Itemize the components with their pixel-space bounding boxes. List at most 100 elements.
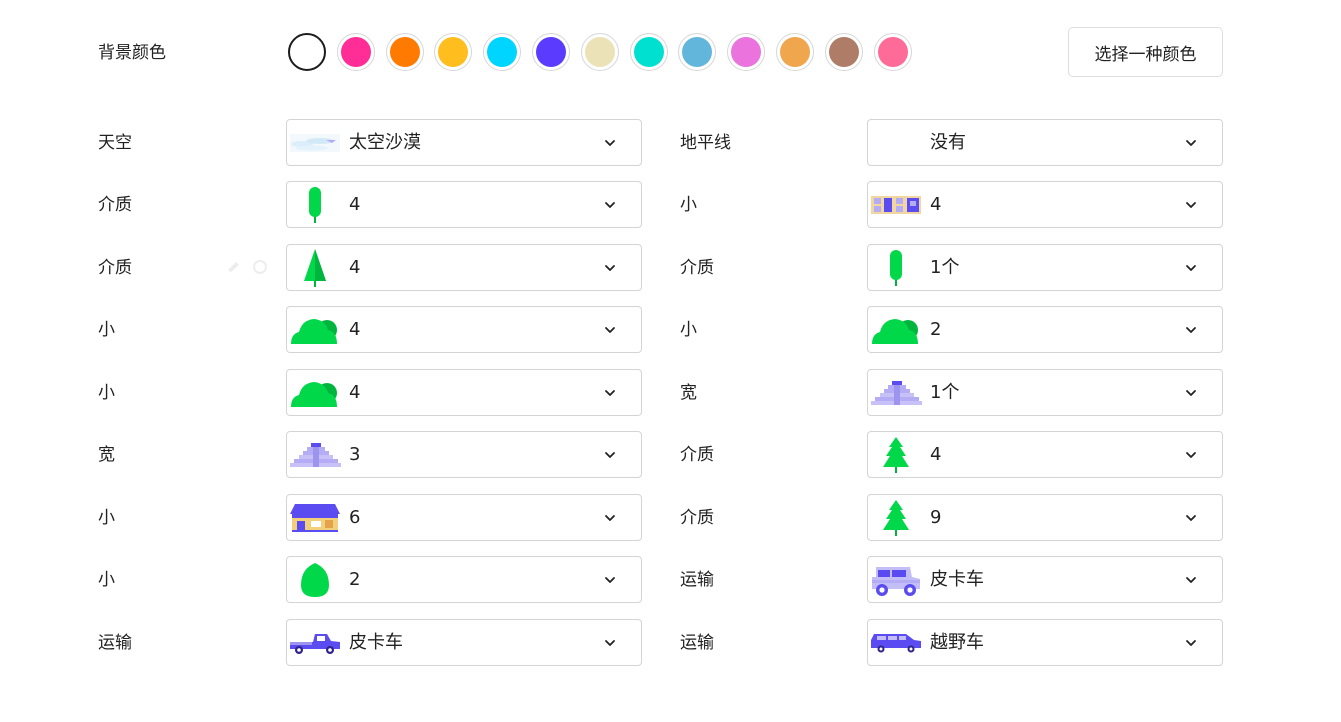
right-row-select[interactable]: 1个 — [867, 369, 1223, 416]
selected-value: 4 — [349, 382, 361, 403]
right-row-select[interactable]: 皮卡车 — [867, 556, 1223, 603]
chevron-down-icon — [603, 197, 617, 211]
color-swatch-fill — [487, 37, 518, 67]
right-row-label: 地平线 — [680, 133, 731, 153]
left-row-select[interactable]: 4 — [286, 369, 642, 416]
jeep-icon — [870, 560, 922, 600]
color-swatch-fill — [633, 37, 664, 67]
selected-value: 2 — [349, 569, 361, 590]
color-swatch[interactable] — [678, 33, 717, 71]
selected-value: 皮卡车 — [349, 632, 403, 653]
selected-value: 4 — [930, 194, 942, 215]
selected-value: 太空沙漠 — [349, 132, 421, 153]
color-swatch-fill — [438, 37, 469, 67]
left-row-select[interactable]: 4 — [286, 181, 642, 228]
chevron-down-icon — [1184, 135, 1198, 149]
color-swatch-fill — [536, 37, 566, 67]
left-row-label: 小 — [98, 320, 115, 340]
left-row-select[interactable]: 皮卡车 — [286, 619, 642, 666]
selected-value: 4 — [349, 319, 361, 340]
right-row-label: 宽 — [680, 383, 697, 403]
left-row-label: 介质 — [98, 195, 132, 215]
chevron-down-icon — [1184, 572, 1198, 586]
sky-clouds-icon — [289, 123, 341, 163]
chevron-down-icon — [1184, 260, 1198, 274]
selected-value: 4 — [349, 194, 361, 215]
background-color-label: 背景颜色 — [98, 43, 166, 63]
color-swatch[interactable] — [336, 33, 375, 71]
color-swatch[interactable] — [434, 33, 473, 71]
right-row-select[interactable]: 4 — [867, 431, 1223, 478]
selected-value: 3 — [349, 444, 361, 465]
left-row-label: 小 — [98, 383, 115, 403]
color-swatch[interactable] — [727, 33, 766, 71]
chevron-down-icon — [1184, 447, 1198, 461]
oval-tree-icon — [289, 560, 341, 600]
color-swatch-fill — [340, 37, 371, 67]
chevron-down-icon — [603, 135, 617, 149]
selected-value: 皮卡车 — [930, 569, 984, 590]
left-row-label: 小 — [98, 570, 115, 590]
chevron-down-icon — [1184, 197, 1198, 211]
left-row-label: 介质 — [98, 258, 132, 278]
empty-thumbnail — [870, 123, 922, 163]
color-swatch-fill — [828, 37, 859, 67]
pine-tree-icon — [289, 248, 341, 288]
chevron-down-icon — [1184, 510, 1198, 524]
color-swatch[interactable] — [483, 33, 522, 71]
selected-value: 没有 — [930, 132, 966, 153]
pick-color-button[interactable]: 选择一种颜色 — [1068, 27, 1223, 77]
selected-value: 越野车 — [930, 632, 984, 653]
pyramid-icon — [289, 435, 341, 475]
left-row-select[interactable]: 2 — [286, 556, 642, 603]
color-swatch[interactable] — [532, 33, 570, 71]
right-row-select[interactable]: 没有 — [867, 119, 1223, 166]
color-swatch[interactable] — [288, 33, 326, 71]
left-row-select[interactable]: 6 — [286, 494, 642, 541]
color-swatch[interactable] — [580, 33, 619, 71]
color-swatch-fill — [780, 37, 810, 67]
poplar-tree-icon — [870, 248, 922, 288]
bush-icon — [289, 310, 341, 350]
suv-icon — [870, 623, 922, 663]
right-row-label: 小 — [680, 195, 697, 215]
fir-tree-icon — [870, 498, 922, 538]
selected-value: 9 — [930, 507, 942, 528]
right-row-select[interactable]: 越野车 — [867, 619, 1223, 666]
faded-icons — [226, 258, 270, 274]
right-row-select[interactable]: 4 — [867, 181, 1223, 228]
left-row-select[interactable]: 太空沙漠 — [286, 119, 642, 166]
left-row-select[interactable]: 4 — [286, 244, 642, 291]
bush-icon — [870, 310, 922, 350]
house-icon — [289, 498, 341, 538]
color-swatch[interactable] — [824, 33, 863, 71]
right-row-label: 运输 — [680, 570, 714, 590]
selected-value: 4 — [349, 257, 361, 278]
color-swatch[interactable] — [629, 33, 668, 71]
right-row-select[interactable]: 1个 — [867, 244, 1223, 291]
right-row-label: 介质 — [680, 445, 714, 465]
color-swatch[interactable] — [873, 33, 912, 71]
left-row-label: 运输 — [98, 633, 132, 653]
left-row-select[interactable]: 4 — [286, 306, 642, 353]
color-swatch-fill — [584, 37, 615, 67]
left-row-select[interactable]: 3 — [286, 431, 642, 478]
pickup-truck-icon — [289, 623, 341, 663]
poplar-tree-icon — [289, 185, 341, 225]
selected-value: 1个 — [930, 257, 960, 278]
building-icon — [870, 185, 922, 225]
left-row-label: 宽 — [98, 445, 115, 465]
bush-icon — [289, 373, 341, 413]
chevron-down-icon — [603, 635, 617, 649]
color-swatch[interactable] — [776, 33, 814, 71]
right-row-select[interactable]: 2 — [867, 306, 1223, 353]
color-swatch-fill — [731, 37, 762, 67]
color-swatch[interactable] — [385, 33, 424, 71]
right-row-select[interactable]: 9 — [867, 494, 1223, 541]
color-swatch-fill — [682, 37, 713, 67]
fir-tree-icon — [870, 435, 922, 475]
color-swatch-fill — [389, 37, 420, 67]
right-row-label: 介质 — [680, 258, 714, 278]
right-row-label: 小 — [680, 320, 697, 340]
selected-value: 4 — [930, 444, 942, 465]
